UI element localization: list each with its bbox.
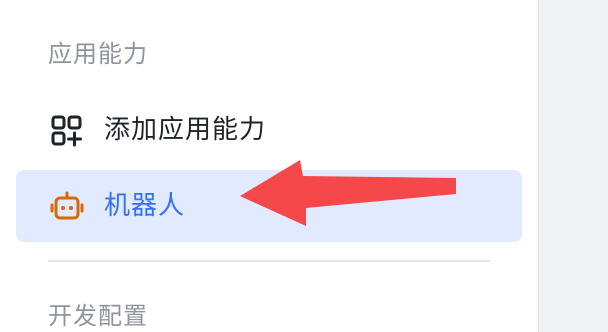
sidebar-item-robot[interactable]: 机器人 [16,170,522,242]
app-settings-sidebar: 应用能力 添加应用能力 机器人 开发配置 [0,0,608,332]
section-divider [48,260,490,262]
content-panel-edge [538,0,608,332]
sidebar-item-label: 机器人 [104,191,186,221]
section-title-dev-config: 开发配置 [48,302,148,330]
sidebar-item-add-app-capability[interactable]: 添加应用能力 [16,94,522,166]
robot-icon [50,190,84,224]
section-title-app-capability: 应用能力 [48,40,148,68]
sidebar-item-label: 添加应用能力 [104,115,267,145]
add-app-capability-icon [50,114,84,148]
